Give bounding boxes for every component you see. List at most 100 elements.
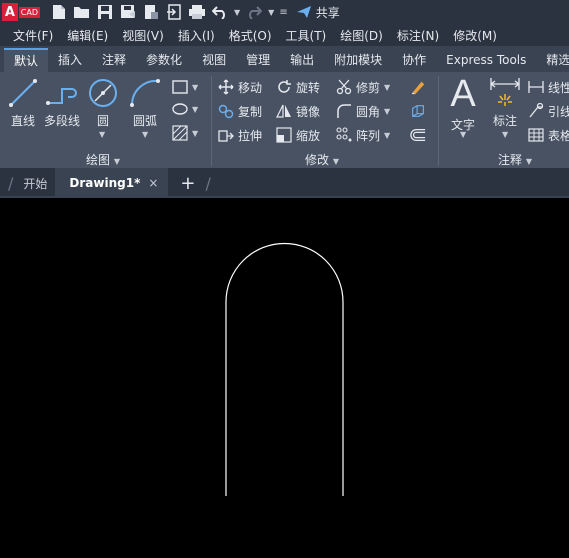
menu-format[interactable]: 格式(O): [222, 27, 279, 44]
text-icon: A: [450, 73, 476, 115]
save-as-icon[interactable]: [119, 3, 137, 21]
scale-button[interactable]: 缩放: [276, 124, 320, 146]
tab-separator: /: [205, 173, 211, 193]
arc-dropdown-icon[interactable]: ▼: [142, 130, 148, 139]
rotate-label: 旋转: [296, 80, 321, 95]
explode-button[interactable]: [410, 100, 426, 122]
new-file-icon[interactable]: [50, 3, 68, 21]
eraser-icon: [411, 81, 425, 95]
menu-file[interactable]: 文件(F): [0, 27, 60, 44]
tab-start[interactable]: 开始: [15, 168, 55, 198]
tab-view[interactable]: 视图: [192, 48, 236, 72]
polyline-label: 多段线: [44, 114, 81, 128]
tab-addins[interactable]: 附加模块: [324, 48, 392, 72]
fillet-button[interactable]: 圆角 ▼: [336, 100, 390, 122]
copy-label: 复制: [238, 104, 263, 119]
polyline-button[interactable]: 多段线: [44, 76, 80, 129]
line-button[interactable]: 直线: [6, 76, 40, 129]
redo-icon[interactable]: [245, 3, 263, 21]
trim-icon: [336, 79, 352, 95]
array-button[interactable]: 阵列 ▼: [336, 124, 390, 146]
array-dropdown-icon[interactable]: ▼: [384, 131, 390, 140]
hatch-dropdown-icon[interactable]: ▼: [192, 129, 198, 138]
redo-dropdown-icon[interactable]: ▼: [268, 8, 274, 17]
tab-insert[interactable]: 插入: [48, 48, 92, 72]
app-logo[interactable]: A CAD: [0, 0, 40, 24]
tab-parametric[interactable]: 参数化: [136, 48, 192, 72]
arc-button[interactable]: 圆弧: [128, 76, 162, 129]
tab-output[interactable]: 输出: [280, 48, 324, 72]
linear-dimension-button[interactable]: 线性: [528, 76, 569, 98]
rectangle-icon: [172, 80, 188, 94]
line-icon: [9, 79, 37, 107]
rotate-icon: [278, 80, 291, 93]
tab-featured[interactable]: 精选: [536, 48, 569, 72]
copy-button[interactable]: 复制: [218, 100, 262, 122]
stretch-button[interactable]: 拉伸: [218, 124, 262, 146]
print-icon[interactable]: [188, 3, 206, 21]
trim-button[interactable]: 修剪 ▼: [336, 76, 390, 98]
new-tab-button[interactable]: +: [180, 173, 195, 194]
ellipse-dropdown-icon[interactable]: ▼: [192, 105, 198, 114]
logo-text: CAD: [18, 6, 40, 18]
menu-view[interactable]: 视图(V): [115, 27, 171, 44]
undo-icon[interactable]: [211, 3, 229, 21]
mirror-icon: [276, 104, 291, 118]
export-icon[interactable]: [165, 3, 183, 21]
publish-icon[interactable]: [142, 3, 160, 21]
rotate-button[interactable]: 旋转: [276, 76, 320, 98]
tab-manage[interactable]: 管理: [236, 48, 280, 72]
tab-collaborate[interactable]: 协作: [392, 48, 436, 72]
circle-dropdown-icon[interactable]: ▼: [99, 130, 105, 139]
dimension-dropdown-icon[interactable]: ▼: [502, 130, 508, 139]
draw-group-title[interactable]: 绘图 ▼: [86, 151, 120, 168]
dimension-button[interactable]: 标注: [488, 76, 522, 129]
arch-shape[interactable]: [225, 242, 344, 497]
menu-draw[interactable]: 绘图(D): [333, 27, 390, 44]
tab-default[interactable]: 默认: [4, 48, 49, 72]
menu-insert[interactable]: 插入(I): [171, 27, 222, 44]
quick-access-toolbar: ▼ ▼ ≡: [50, 3, 288, 21]
ellipse-button[interactable]: ▼: [172, 98, 198, 120]
leader-button[interactable]: 引线: [528, 100, 569, 122]
menu-tools[interactable]: 工具(T): [279, 27, 334, 44]
mirror-label: 镜像: [296, 104, 321, 119]
mirror-button[interactable]: 镜像: [276, 100, 320, 122]
tab-annotate[interactable]: 注释: [92, 48, 136, 72]
menu-modify[interactable]: 修改(M): [446, 27, 504, 44]
offset-icon: [410, 129, 426, 141]
scale-label: 缩放: [296, 128, 321, 143]
modify-group-title[interactable]: 修改 ▼: [305, 151, 339, 168]
tab-drawing1[interactable]: Drawing1* ×: [55, 168, 169, 198]
open-folder-icon[interactable]: [73, 3, 91, 21]
menu-edit[interactable]: 编辑(E): [60, 27, 115, 44]
move-button[interactable]: 移动: [218, 76, 262, 98]
share-button[interactable]: 共享: [296, 4, 340, 21]
rectangle-dropdown-icon[interactable]: ▼: [192, 83, 198, 92]
offset-button[interactable]: [410, 124, 426, 146]
close-tab-icon[interactable]: ×: [148, 176, 158, 190]
undo-dropdown-icon[interactable]: ▼: [234, 8, 240, 17]
circle-button[interactable]: 圆: [86, 76, 120, 129]
drawing-svg: [225, 242, 344, 497]
trim-dropdown-icon[interactable]: ▼: [384, 83, 390, 92]
menu-dimension[interactable]: 标注(N): [390, 27, 446, 44]
text-button[interactable]: A 文字: [446, 74, 480, 133]
circle-label: 圆: [96, 114, 109, 128]
stretch-label: 拉伸: [238, 128, 263, 143]
hatch-button[interactable]: ▼: [172, 122, 198, 144]
tab-express-tools[interactable]: Express Tools: [436, 48, 536, 72]
stretch-icon: [218, 130, 234, 142]
trim-label: 修剪: [356, 80, 381, 95]
drawing-canvas[interactable]: [0, 198, 569, 558]
table-button[interactable]: 表格: [528, 124, 569, 146]
customize-toolbar-icon[interactable]: ≡: [279, 7, 287, 18]
fillet-dropdown-icon[interactable]: ▼: [384, 107, 390, 116]
table-icon: [528, 128, 544, 142]
erase-button[interactable]: [410, 76, 426, 98]
text-dropdown-icon[interactable]: ▼: [460, 130, 466, 139]
rectangle-button[interactable]: ▼: [172, 76, 198, 98]
ribbon-tabs: 默认 插入 注释 参数化 视图 管理 输出 附加模块 协作 Express To…: [0, 46, 569, 72]
annotation-group-title[interactable]: 注释 ▼: [498, 151, 532, 168]
save-icon[interactable]: [96, 3, 114, 21]
